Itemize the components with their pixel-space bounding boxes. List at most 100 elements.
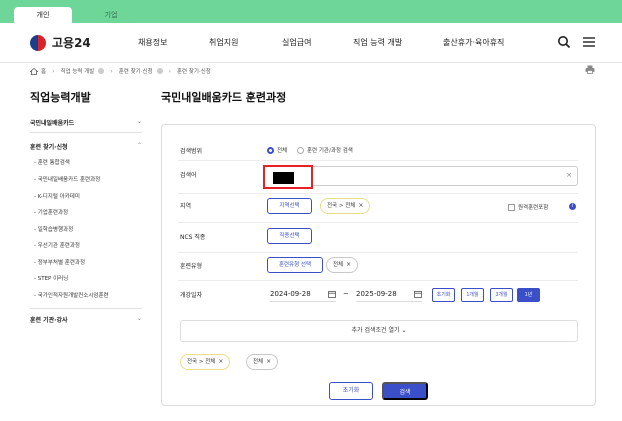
scope-radio-institution[interactable]: 훈련 기관/과정 검색 bbox=[297, 146, 353, 154]
ncs-select-button[interactable]: 직종선택 bbox=[267, 228, 312, 244]
period-1month-button[interactable]: 1개월 bbox=[461, 288, 484, 302]
sidebar-section-label: 훈련 찾기·신청 bbox=[30, 144, 68, 151]
checkbox-unchecked-icon bbox=[508, 203, 515, 211]
calendar-icon[interactable] bbox=[328, 290, 336, 298]
radio-checked-icon bbox=[267, 146, 274, 154]
chevron-down-icon: ⌄ bbox=[401, 327, 407, 334]
sidebar-divider bbox=[30, 132, 142, 133]
search-icon[interactable] bbox=[557, 35, 571, 49]
breadcrumb-separator: › bbox=[110, 67, 113, 75]
calendar-icon[interactable] bbox=[414, 290, 422, 298]
row-divider bbox=[178, 160, 578, 161]
scope-radio-all[interactable]: 전체 bbox=[267, 146, 287, 154]
clear-icon[interactable]: × bbox=[566, 171, 572, 179]
remove-icon[interactable]: × bbox=[266, 358, 271, 365]
date-from-field[interactable]: 2024-09-28 bbox=[270, 286, 336, 302]
period-reset-button[interactable]: 초기화 bbox=[432, 288, 455, 302]
sidebar-item-ministries[interactable]: - 정부부처별 훈련과정 bbox=[34, 258, 85, 266]
remove-icon[interactable]: × bbox=[358, 202, 363, 209]
breadcrumb-dropdown-icon[interactable] bbox=[98, 68, 105, 74]
sidebar-title: 직업능력개발 bbox=[30, 91, 91, 104]
sidebar-section-institutions[interactable]: 훈련 기관·강사 ⌄ bbox=[30, 315, 142, 324]
date-range-separator: ~ bbox=[343, 290, 349, 298]
print-icon[interactable] bbox=[585, 65, 595, 74]
ncs-label: NCS 직종 bbox=[180, 234, 206, 241]
breadcrumb-separator: › bbox=[168, 67, 171, 75]
more-conditions-label: 추가 검색조건 열기 bbox=[351, 327, 400, 334]
site-logo[interactable]: 고용24 bbox=[30, 34, 91, 51]
row-divider bbox=[178, 222, 578, 223]
radio-unchecked-icon bbox=[297, 146, 304, 154]
breadcrumb-home[interactable]: 홈 bbox=[41, 67, 46, 75]
sidebar-item-priority-institutions[interactable]: - 우선기관 훈련과정 bbox=[34, 241, 80, 249]
chevron-down-icon: ⌄ bbox=[136, 118, 142, 125]
taegeuk-logo-icon bbox=[30, 34, 46, 51]
region-chip[interactable]: 전국 > 전체 × bbox=[320, 198, 371, 214]
date-to-field[interactable]: 2025-09-28 bbox=[356, 286, 422, 302]
sidebar-item-corporate[interactable]: - 기업훈련과정 bbox=[34, 208, 68, 216]
period-1year-button[interactable]: 1년 bbox=[517, 288, 540, 302]
radio-label: 훈련 기관/과정 검색 bbox=[307, 148, 353, 154]
gnb-parental-leave[interactable]: 출산휴가·육아휴직 bbox=[443, 37, 504, 48]
row-divider bbox=[178, 252, 578, 253]
info-icon[interactable]: i bbox=[569, 203, 576, 210]
sidebar-item-card-courses[interactable]: - 국민내일배움카드 훈련과정 bbox=[34, 175, 100, 183]
breadcrumb-separator: › bbox=[52, 67, 55, 75]
chip-label: 전국 > 전체 bbox=[187, 359, 216, 365]
user-type-bar: 개인 기업 bbox=[0, 0, 622, 23]
menu-icon[interactable] bbox=[582, 35, 596, 49]
sidebar-item-k-digital[interactable]: - K-디지털 아카데미 bbox=[34, 192, 80, 200]
date-to-value: 2025-09-28 bbox=[356, 290, 397, 298]
redaction-block bbox=[273, 172, 294, 184]
start-date-label: 개강일자 bbox=[180, 292, 203, 299]
training-type-chip[interactable]: 전체 × bbox=[326, 257, 359, 273]
breadcrumb-dropdown-icon[interactable] bbox=[156, 68, 163, 74]
gnb-unemployment-benefits[interactable]: 실업급여 bbox=[282, 37, 311, 48]
selected-chip-region[interactable]: 전국 > 전체 × bbox=[180, 354, 231, 370]
chevron-up-icon: ⌃ bbox=[136, 142, 142, 149]
selected-chip-type[interactable]: 전체 × bbox=[246, 354, 279, 370]
more-conditions-toggle[interactable]: 추가 검색조건 열기 ⌄ bbox=[180, 320, 578, 342]
sidebar-section-training-search[interactable]: 훈련 찾기·신청 ⌃ bbox=[30, 142, 142, 151]
sidebar-item-work-study[interactable]: - 일학습병행과정 bbox=[34, 225, 73, 233]
period-3months-button[interactable]: 3개월 bbox=[490, 288, 513, 302]
search-button[interactable]: 검색 bbox=[382, 382, 428, 400]
tab-company[interactable]: 기업 bbox=[85, 7, 137, 23]
page-title: 국민내일배움카드 훈련과정 bbox=[161, 91, 287, 104]
site-header: 고용24 채용정보 취업지원 실업급여 직업 능력 개발 출산휴가·육아휴직 bbox=[0, 23, 622, 63]
sidebar-section-card[interactable]: 국민내일배움카드 ⌄ bbox=[30, 118, 142, 127]
keyword-label: 검색어 bbox=[180, 172, 197, 179]
breadcrumb: 홈 › 직업 능력 개발 › 훈련 찾기·신청 › 훈련 찾기·신청 bbox=[30, 64, 211, 78]
sidebar-section-label: 국민내일배움카드 bbox=[30, 120, 75, 127]
scope-label: 검색범위 bbox=[180, 148, 203, 155]
remove-icon[interactable]: × bbox=[346, 261, 351, 268]
tab-personal[interactable]: 개인 bbox=[14, 7, 72, 23]
gnb-vocational-training[interactable]: 직업 능력 개발 bbox=[353, 37, 402, 48]
checkbox-label: 원격훈련포함 bbox=[518, 205, 549, 211]
breadcrumb-current: 훈련 찾기·신청 bbox=[177, 69, 211, 75]
gnb-employment-support[interactable]: 취업지원 bbox=[209, 37, 238, 48]
region-select-button[interactable]: 지역선택 bbox=[267, 198, 312, 214]
gnb-jobs[interactable]: 채용정보 bbox=[138, 37, 167, 48]
remove-icon[interactable]: × bbox=[218, 358, 223, 365]
date-from-value: 2024-09-28 bbox=[270, 290, 311, 298]
region-label: 지역 bbox=[180, 203, 192, 210]
brand-name: 고용24 bbox=[52, 36, 91, 50]
training-type-label: 훈련유형 bbox=[180, 263, 203, 270]
sidebar-item-integrated-search[interactable]: - 훈련 통합검색 bbox=[34, 158, 70, 166]
breadcrumb-training-search[interactable]: 훈련 찾기·신청 bbox=[119, 67, 153, 75]
training-type-button[interactable]: 훈련유형 선택 bbox=[267, 257, 323, 273]
sidebar-section-label: 훈련 기관·강사 bbox=[30, 317, 68, 324]
sidebar-item-step-elearning[interactable]: - STEP 이러닝 bbox=[34, 274, 68, 282]
row-divider bbox=[178, 280, 578, 281]
redaction-box bbox=[263, 165, 313, 189]
sidebar-divider bbox=[30, 308, 142, 309]
sidebar-item-consortium[interactable]: - 국가인적자원개발컨소시엄훈련 bbox=[34, 291, 109, 299]
chip-label: 전국 > 전체 bbox=[327, 203, 356, 209]
row-divider bbox=[178, 193, 578, 194]
breadcrumb-vocational[interactable]: 직업 능력 개발 bbox=[60, 67, 94, 75]
chip-label: 전체 bbox=[333, 262, 344, 268]
home-icon[interactable] bbox=[30, 67, 38, 75]
remote-training-checkbox[interactable]: 원격훈련포함 bbox=[508, 203, 548, 211]
reset-button[interactable]: 초기화 bbox=[329, 382, 373, 400]
